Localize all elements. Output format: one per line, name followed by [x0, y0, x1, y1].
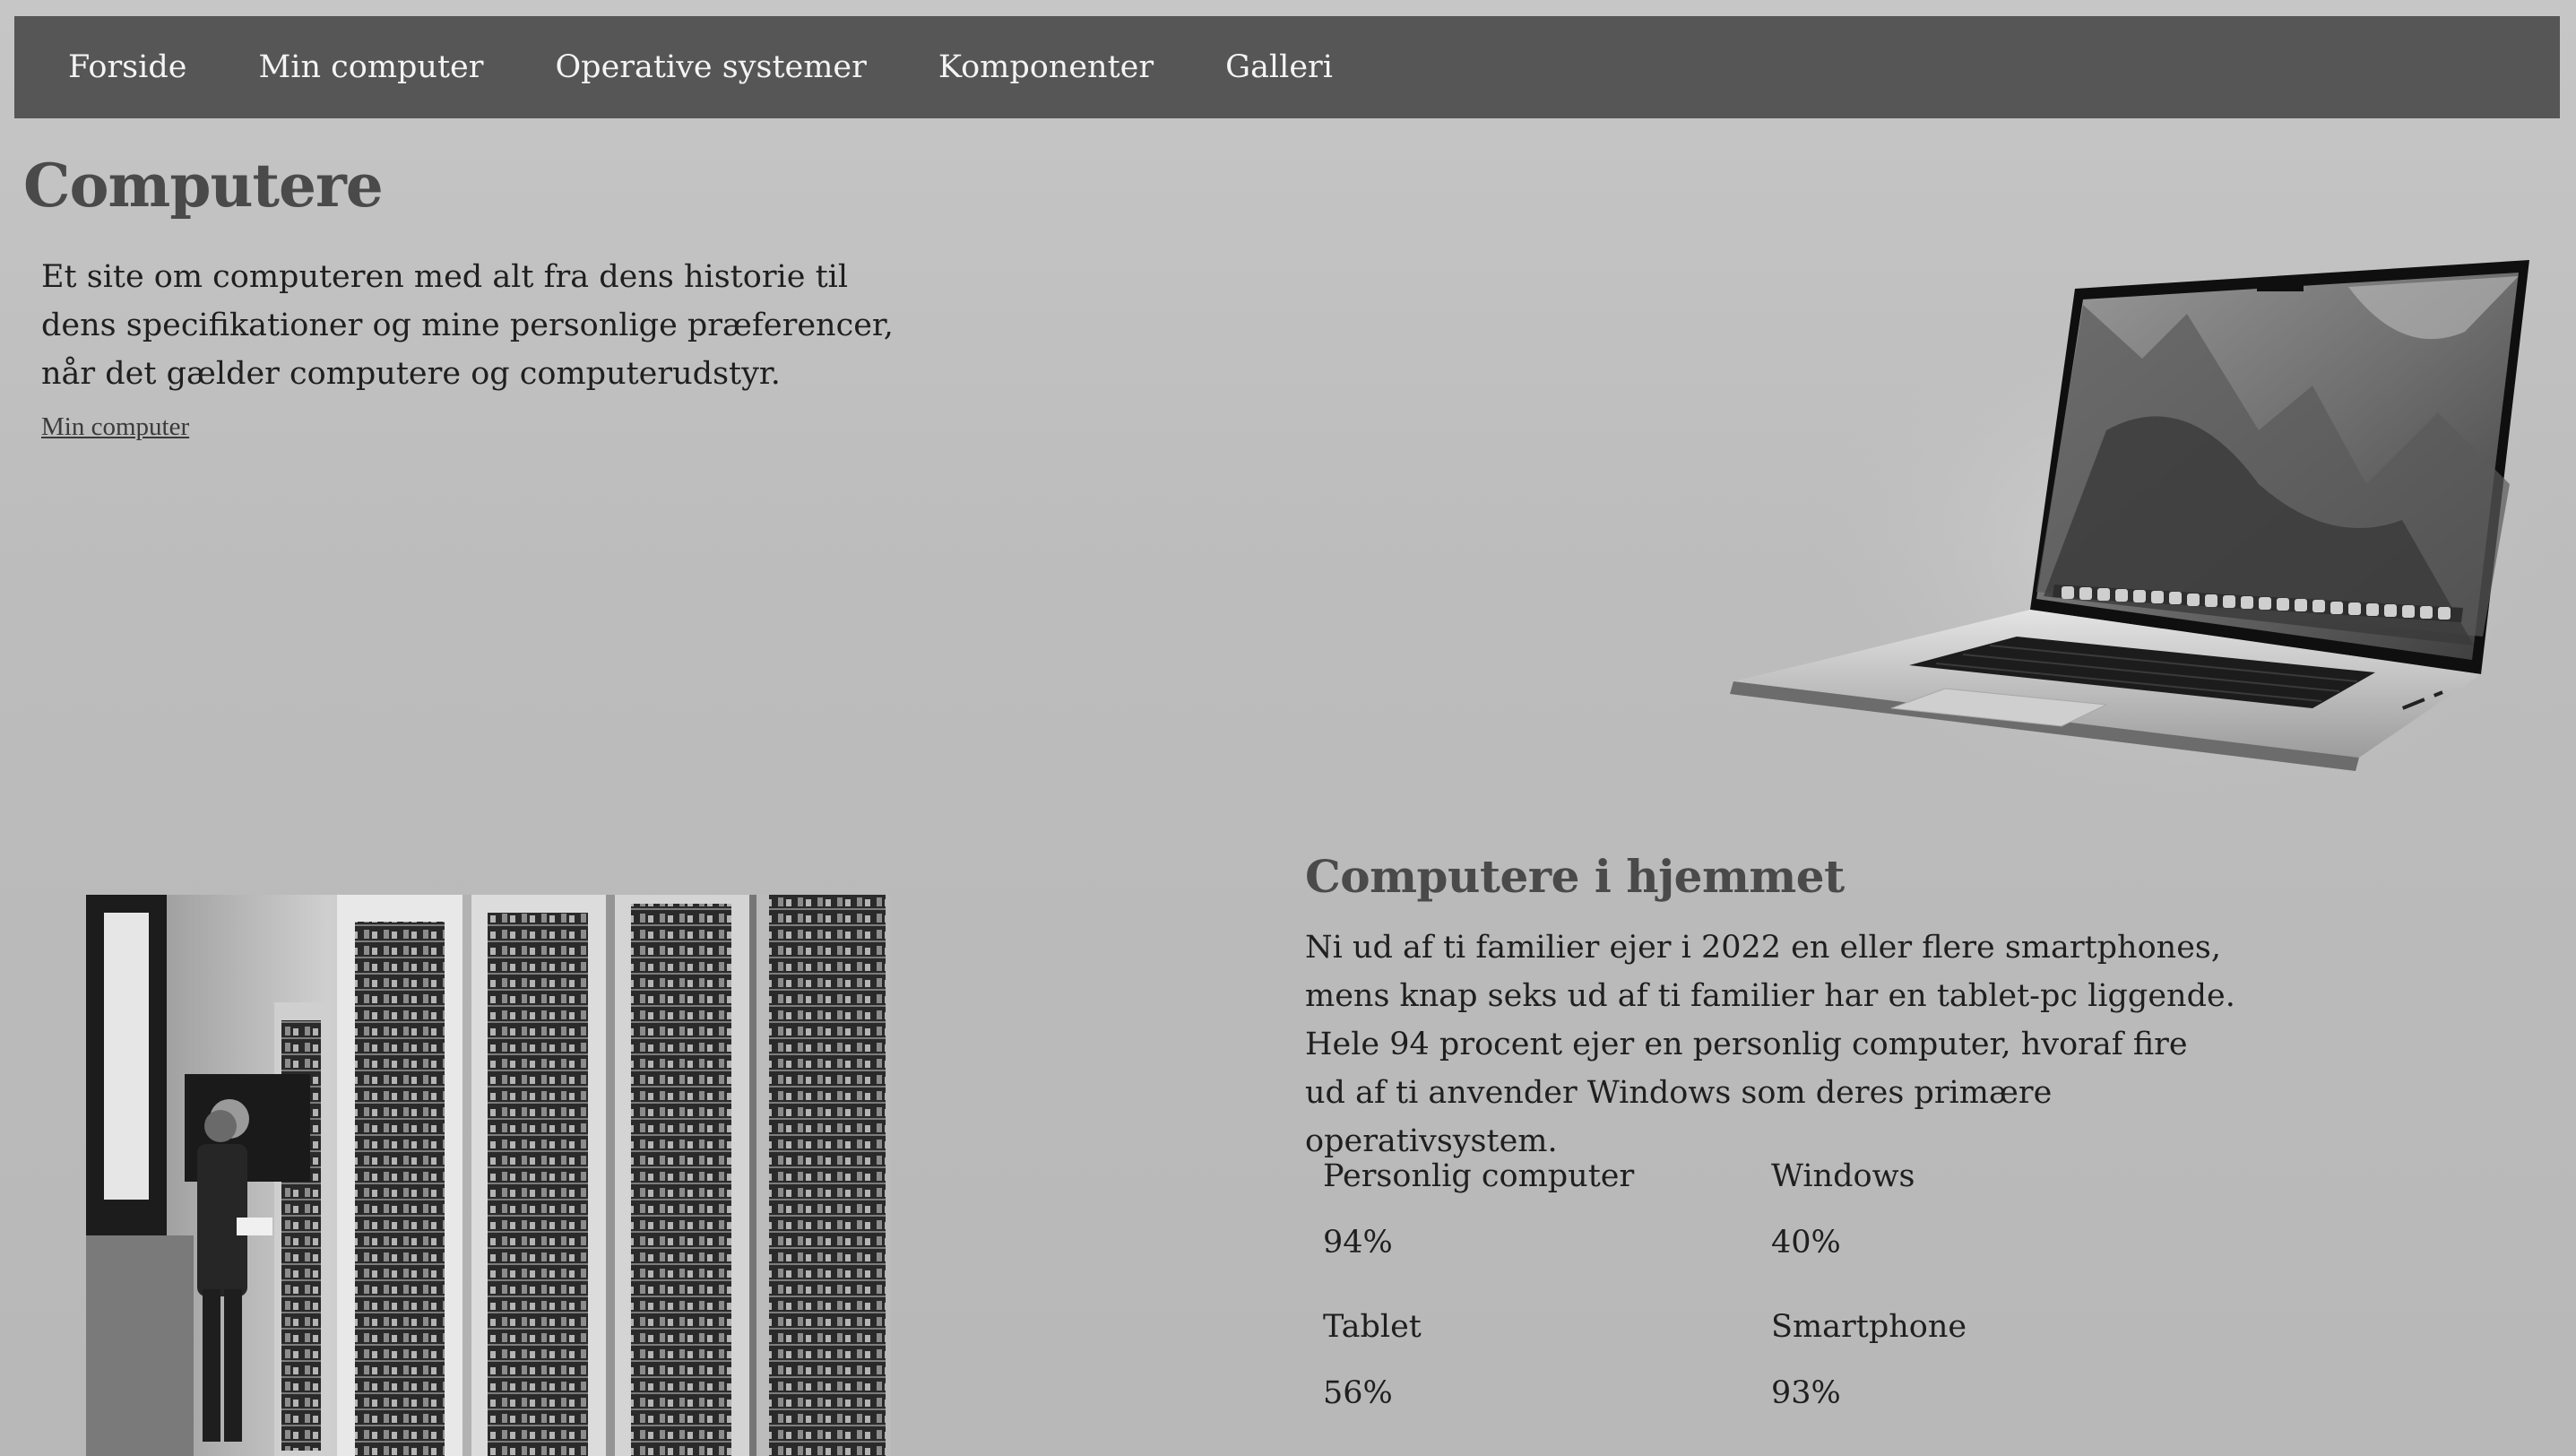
nav-item-galleri[interactable]: Galleri: [1225, 49, 1333, 85]
stat-label: Smartphone: [1771, 1309, 1967, 1345]
stat-value: 56%: [1323, 1375, 1393, 1411]
section-title-home: Computere i hjemmet: [1305, 850, 1845, 903]
section-text-home: Ni ud af ti familier ejer i 2022 en elle…: [1305, 930, 2235, 1159]
mainframe-image: [86, 895, 891, 1456]
stat-personlig-computer: Personlig computer 94%: [1323, 1153, 1771, 1304]
intro-text: Et site om computeren med alt fra dens h…: [41, 259, 894, 392]
stat-value: 40%: [1771, 1225, 1841, 1261]
min-computer-link[interactable]: Min computer: [41, 412, 189, 442]
nav-item-forside[interactable]: Forside: [68, 49, 186, 85]
stat-value: 93%: [1771, 1375, 1841, 1411]
stat-label: Windows: [1771, 1158, 1915, 1194]
stat-windows: Windows 40%: [1771, 1153, 2219, 1304]
nav-item-min-computer[interactable]: Min computer: [258, 49, 483, 85]
page: Forside Min computer Operative systemer …: [0, 0, 2576, 1456]
nav-item-operative-systemer[interactable]: Operative systemer: [555, 49, 866, 85]
stat-smartphone: Smartphone 93%: [1771, 1304, 2219, 1454]
laptop-image: [1721, 251, 2563, 807]
stat-value: 94%: [1323, 1225, 1393, 1261]
stat-tablet: Tablet 56%: [1323, 1304, 1771, 1454]
stat-label: Personlig computer: [1323, 1158, 1635, 1194]
nav-item-komponenter[interactable]: Komponenter: [938, 49, 1154, 85]
page-title: Computere: [23, 151, 384, 221]
stat-label: Tablet: [1323, 1309, 1422, 1345]
stats-grid: Personlig computer 94% Windows 40% Table…: [1323, 1153, 2219, 1454]
main-navbar: Forside Min computer Operative systemer …: [14, 16, 2560, 118]
